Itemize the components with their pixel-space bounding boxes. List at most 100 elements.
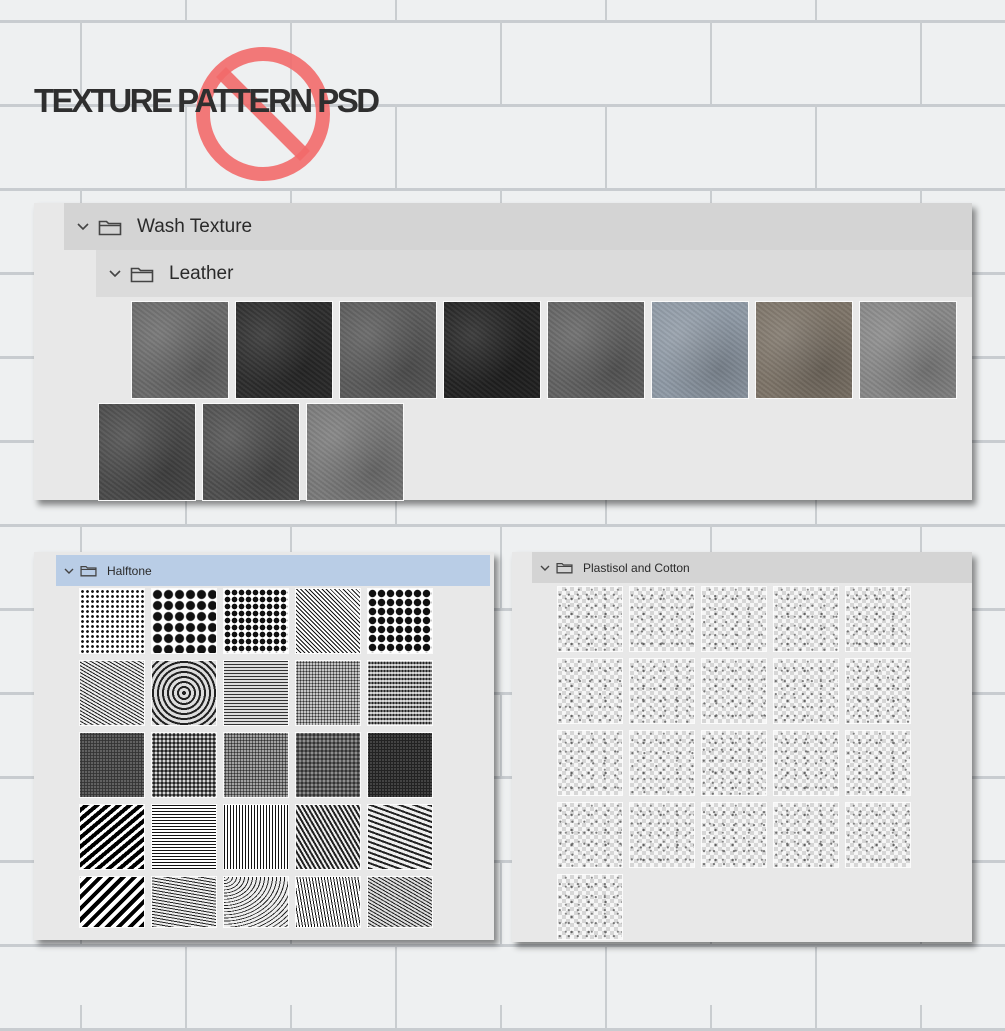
leather-texture-swatch[interactable]: [755, 301, 853, 399]
texture-specks: [846, 587, 910, 651]
leather-texture-swatch[interactable]: [547, 301, 645, 399]
halftone-pattern-swatch[interactable]: [223, 660, 289, 726]
texture-specks: [630, 803, 694, 867]
leather-group-row[interactable]: Leather: [96, 250, 972, 297]
halftone-pattern-swatch[interactable]: [295, 588, 361, 654]
texture-specks: [846, 659, 910, 723]
halftone-pattern-swatch[interactable]: [79, 660, 145, 726]
plastisol-panel: Plastisol and Cotton: [512, 552, 972, 942]
leather-texture-swatch[interactable]: [306, 403, 404, 501]
plastisol-texture-swatch[interactable]: [845, 586, 911, 652]
halftone-pattern-swatch[interactable]: [367, 876, 433, 928]
halftone-pattern-swatch[interactable]: [223, 588, 289, 654]
wash-texture-panel: Wash Texture Leather: [34, 203, 972, 501]
texture-specks: [630, 731, 694, 795]
chevron-down-icon[interactable]: [63, 567, 75, 575]
leather-texture-swatch[interactable]: [443, 301, 541, 399]
texture-specks: [558, 659, 622, 723]
brick-row: [0, 944, 1005, 1028]
brick-row: [0, 0, 1005, 20]
halftone-label: Halftone: [107, 563, 152, 578]
leather-label: Leather: [169, 262, 234, 284]
texture-specks: [558, 875, 622, 939]
texture-specks: [558, 803, 622, 867]
plastisol-label: Plastisol and Cotton: [583, 560, 690, 575]
texture-specks: [702, 659, 766, 723]
halftone-pattern-swatch[interactable]: [79, 732, 145, 798]
plastisol-texture-swatch[interactable]: [629, 586, 695, 652]
halftone-pattern-swatch[interactable]: [223, 732, 289, 798]
texture-specks: [702, 587, 766, 651]
folder-icon: [80, 565, 97, 577]
leather-texture-swatch[interactable]: [339, 301, 437, 399]
wash-texture-group-row[interactable]: Wash Texture: [64, 203, 972, 250]
texture-specks: [702, 731, 766, 795]
plastisol-texture-swatch[interactable]: [845, 658, 911, 724]
halftone-pattern-swatch[interactable]: [79, 588, 145, 654]
plastisol-texture-swatch[interactable]: [701, 586, 767, 652]
halftone-pattern-swatch[interactable]: [367, 588, 433, 654]
halftone-pattern-swatch[interactable]: [367, 660, 433, 726]
halftone-pattern-swatch[interactable]: [79, 876, 145, 928]
leather-texture-swatch[interactable]: [98, 403, 196, 501]
plastisol-texture-swatch[interactable]: [773, 802, 839, 868]
plastisol-texture-swatch[interactable]: [845, 802, 911, 868]
texture-specks: [630, 659, 694, 723]
halftone-pattern-swatch[interactable]: [367, 804, 433, 870]
plastisol-texture-swatch[interactable]: [629, 730, 695, 796]
plastisol-texture-swatch[interactable]: [557, 802, 623, 868]
halftone-pattern-swatch[interactable]: [151, 588, 217, 654]
halftone-pattern-swatch[interactable]: [223, 876, 289, 928]
plastisol-texture-swatch[interactable]: [557, 874, 623, 940]
leather-texture-swatch[interactable]: [651, 301, 749, 399]
plastisol-texture-swatch[interactable]: [773, 586, 839, 652]
halftone-pattern-swatch[interactable]: [151, 732, 217, 798]
folder-icon: [556, 562, 573, 574]
leather-texture-swatch[interactable]: [859, 301, 957, 399]
plastisol-texture-swatch[interactable]: [557, 658, 623, 724]
texture-specks: [774, 803, 838, 867]
halftone-pattern-swatch[interactable]: [295, 876, 361, 928]
halftone-pattern-swatch[interactable]: [151, 660, 217, 726]
chevron-down-icon[interactable]: [539, 564, 551, 572]
page-title: TEXTURE PATTERN PSD: [34, 82, 380, 119]
texture-specks: [846, 803, 910, 867]
texture-specks: [558, 731, 622, 795]
plastisol-texture-swatch[interactable]: [701, 658, 767, 724]
halftone-group-row[interactable]: Halftone: [56, 555, 490, 586]
wash-texture-label: Wash Texture: [137, 215, 253, 237]
leather-texture-swatch[interactable]: [235, 301, 333, 399]
halftone-pattern-swatch[interactable]: [151, 876, 217, 928]
texture-specks: [846, 731, 910, 795]
plastisol-group-row[interactable]: Plastisol and Cotton: [532, 552, 972, 583]
plastisol-texture-swatch[interactable]: [701, 730, 767, 796]
folder-icon: [98, 220, 122, 235]
texture-specks: [774, 587, 838, 651]
halftone-pattern-swatch[interactable]: [223, 804, 289, 870]
plastisol-texture-swatch[interactable]: [773, 730, 839, 796]
folder-icon: [130, 267, 154, 282]
texture-specks: [630, 587, 694, 651]
plastisol-texture-swatch[interactable]: [701, 802, 767, 868]
leather-texture-swatch[interactable]: [131, 301, 229, 399]
texture-specks: [558, 587, 622, 651]
texture-specks: [774, 731, 838, 795]
chevron-down-icon[interactable]: [108, 269, 122, 279]
halftone-panel: Halftone: [34, 552, 494, 940]
halftone-pattern-swatch[interactable]: [151, 804, 217, 870]
texture-specks: [774, 659, 838, 723]
plastisol-texture-swatch[interactable]: [773, 658, 839, 724]
plastisol-texture-swatch[interactable]: [629, 802, 695, 868]
plastisol-texture-swatch[interactable]: [845, 730, 911, 796]
halftone-pattern-swatch[interactable]: [295, 804, 361, 870]
leather-texture-swatch[interactable]: [202, 403, 300, 501]
halftone-pattern-swatch[interactable]: [295, 660, 361, 726]
halftone-pattern-swatch[interactable]: [367, 732, 433, 798]
plastisol-texture-swatch[interactable]: [629, 658, 695, 724]
plastisol-texture-swatch[interactable]: [557, 586, 623, 652]
texture-specks: [702, 803, 766, 867]
plastisol-texture-swatch[interactable]: [557, 730, 623, 796]
halftone-pattern-swatch[interactable]: [295, 732, 361, 798]
halftone-pattern-swatch[interactable]: [79, 804, 145, 870]
chevron-down-icon[interactable]: [76, 222, 90, 232]
